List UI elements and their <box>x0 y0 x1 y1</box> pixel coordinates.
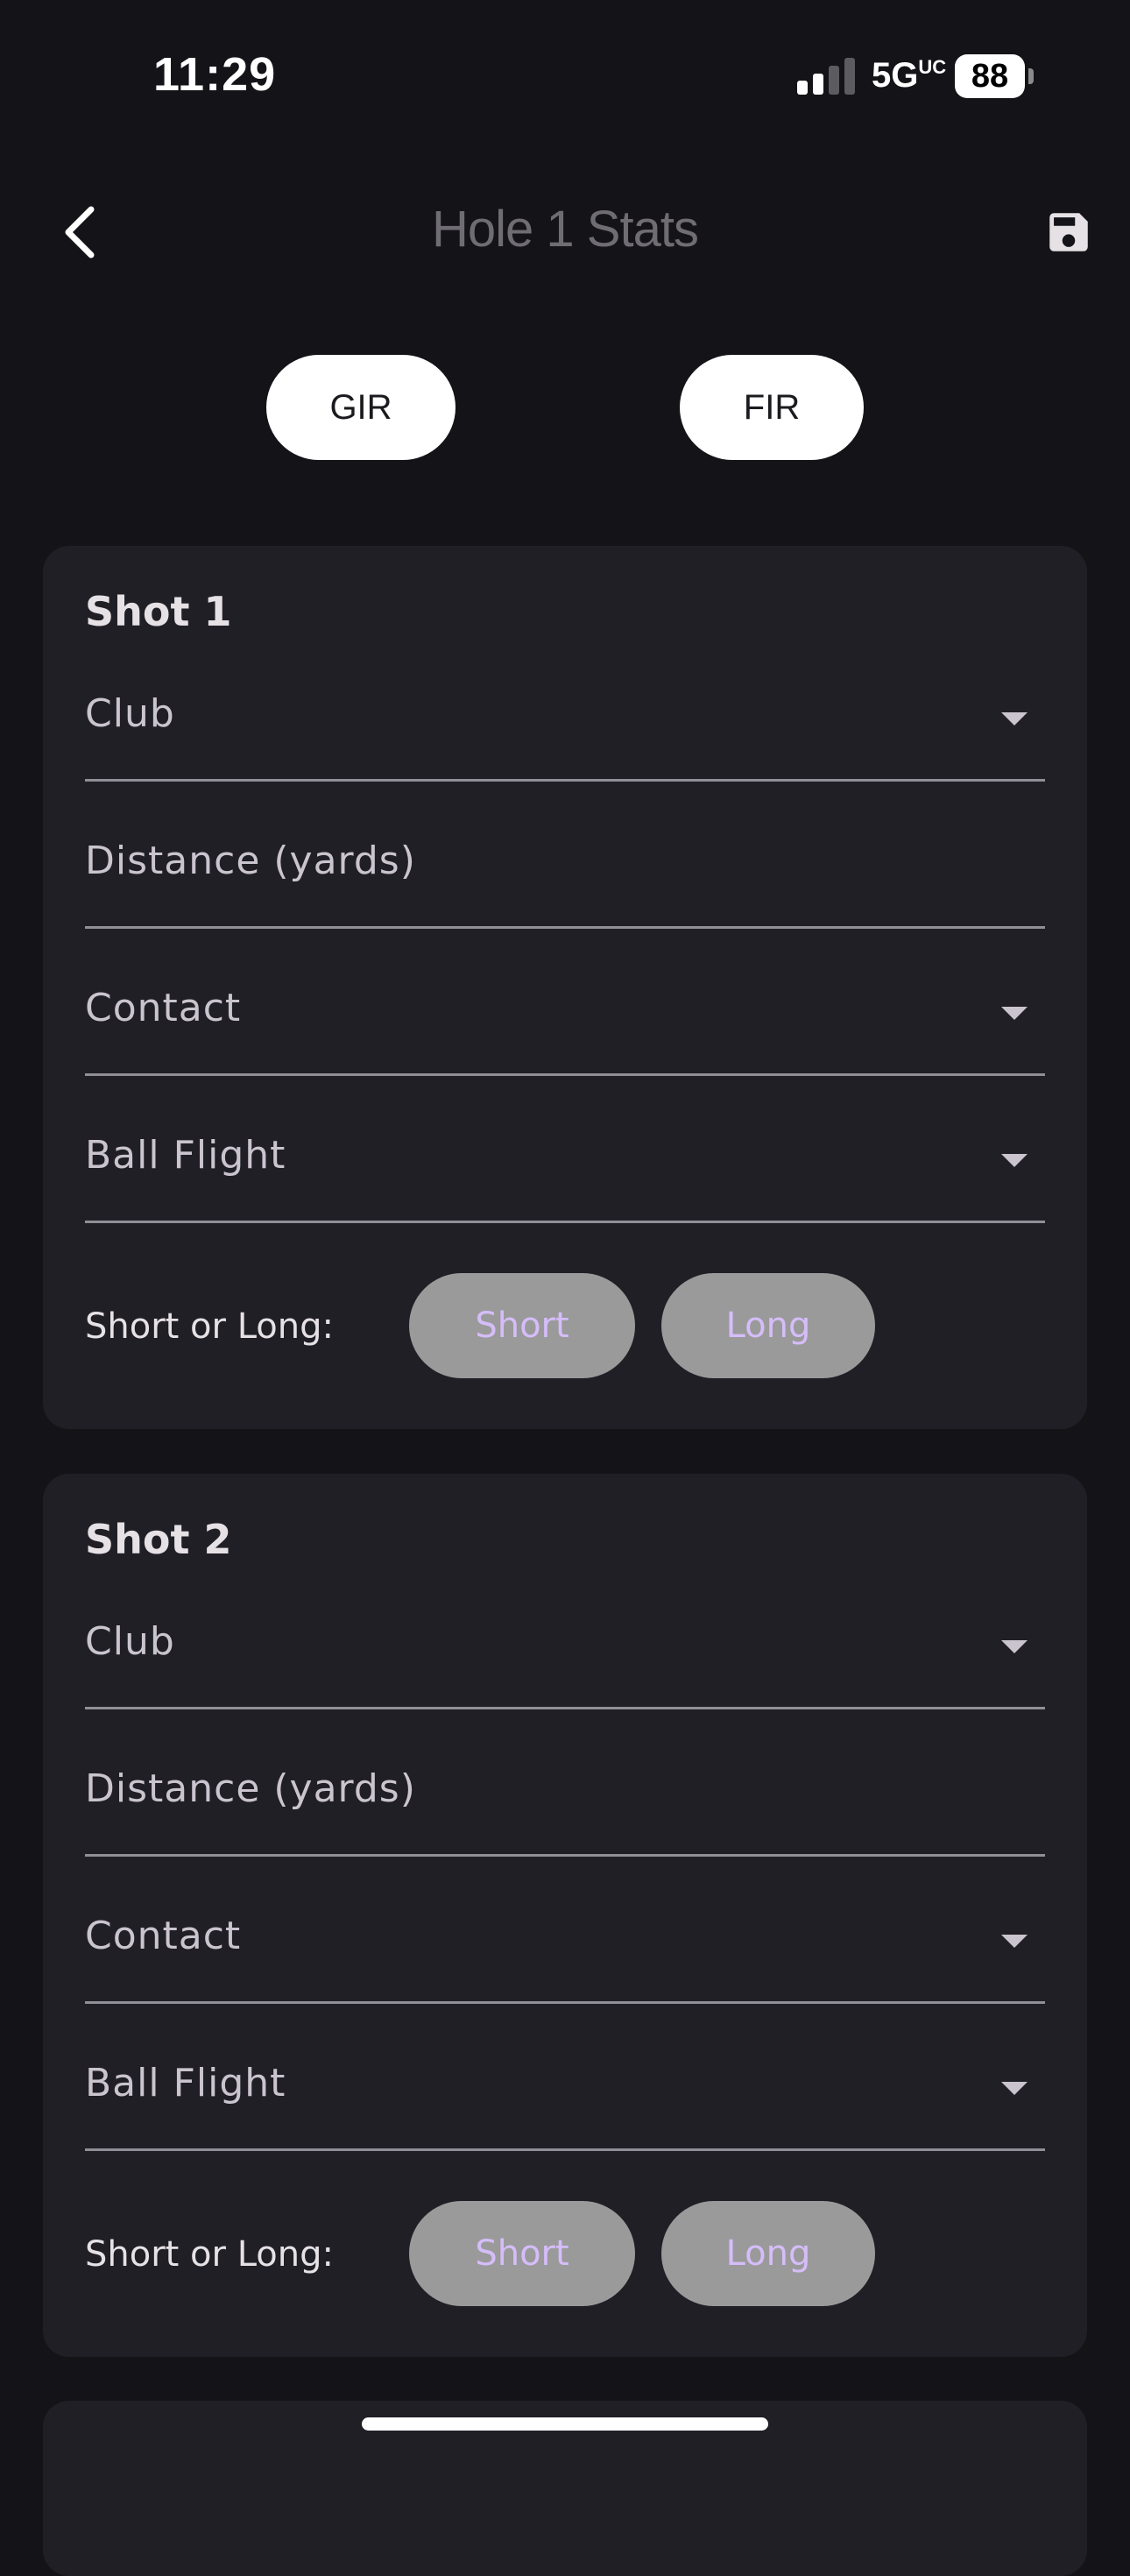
contact-label: Contact <box>85 1914 242 1958</box>
status-bar: 11:29 5GUC 88 <box>0 0 1130 149</box>
app-bar: Hole 1 Stats <box>0 175 1130 289</box>
club-label: Club <box>85 1619 175 1664</box>
ball-flight-label: Ball Flight <box>85 2061 286 2105</box>
dropdown-arrow-icon <box>1001 1007 1028 1020</box>
dropdown-arrow-icon <box>1001 712 1028 725</box>
distance-input[interactable]: Distance (yards) <box>85 1707 1045 1857</box>
shot-title: Shot 2 <box>85 1516 232 1563</box>
club-dropdown[interactable]: Club <box>85 632 1045 782</box>
status-time: 11:29 <box>153 48 277 101</box>
short-button[interactable]: Short <box>409 1273 635 1378</box>
gir-fir-toggle-row: GIR FIR <box>0 355 1130 460</box>
dropdown-arrow-icon <box>1001 2082 1028 2095</box>
contact-dropdown[interactable]: Contact <box>85 1854 1045 2004</box>
ball-flight-label: Ball Flight <box>85 1133 286 1178</box>
shot-card-1: Shot 1 Club Distance (yards) Contact Bal… <box>43 546 1087 1429</box>
dropdown-arrow-icon <box>1001 1640 1028 1653</box>
dropdown-arrow-icon <box>1001 1154 1028 1167</box>
club-dropdown[interactable]: Club <box>85 1560 1045 1709</box>
save-button[interactable] <box>1034 197 1104 267</box>
battery-level: 88 <box>971 57 1009 95</box>
short-or-long-label: Short or Long: <box>85 1306 334 1347</box>
gir-button[interactable]: GIR <box>266 355 456 460</box>
fir-button[interactable]: FIR <box>680 355 864 460</box>
short-or-long-row: Short or Long: Short Long <box>85 2201 1045 2306</box>
save-icon <box>1049 213 1088 251</box>
distance-input[interactable]: Distance (yards) <box>85 779 1045 929</box>
long-button[interactable]: Long <box>661 2201 875 2306</box>
distance-label: Distance (yards) <box>85 839 416 883</box>
shot-title: Shot 1 <box>85 588 232 635</box>
page-title: Hole 1 Stats <box>432 201 699 258</box>
shot-card-2: Shot 2 Club Distance (yards) Contact Bal… <box>43 1474 1087 2357</box>
long-button[interactable]: Long <box>661 1273 875 1378</box>
short-button[interactable]: Short <box>409 2201 635 2306</box>
distance-label: Distance (yards) <box>85 1766 416 1811</box>
battery-icon: 88 <box>955 54 1034 98</box>
short-or-long-label: Short or Long: <box>85 2234 334 2275</box>
ball-flight-dropdown[interactable]: Ball Flight <box>85 2001 1045 2151</box>
short-or-long-row: Short or Long: Short Long <box>85 1273 1045 1378</box>
contact-label: Contact <box>85 986 242 1030</box>
dropdown-arrow-icon <box>1001 1935 1028 1948</box>
club-label: Club <box>85 691 175 736</box>
ball-flight-dropdown[interactable]: Ball Flight <box>85 1073 1045 1223</box>
network-indicator: 5GUC <box>872 56 947 95</box>
contact-dropdown[interactable]: Contact <box>85 926 1045 1076</box>
cellular-signal-icon <box>797 58 855 95</box>
home-indicator <box>362 2417 768 2431</box>
